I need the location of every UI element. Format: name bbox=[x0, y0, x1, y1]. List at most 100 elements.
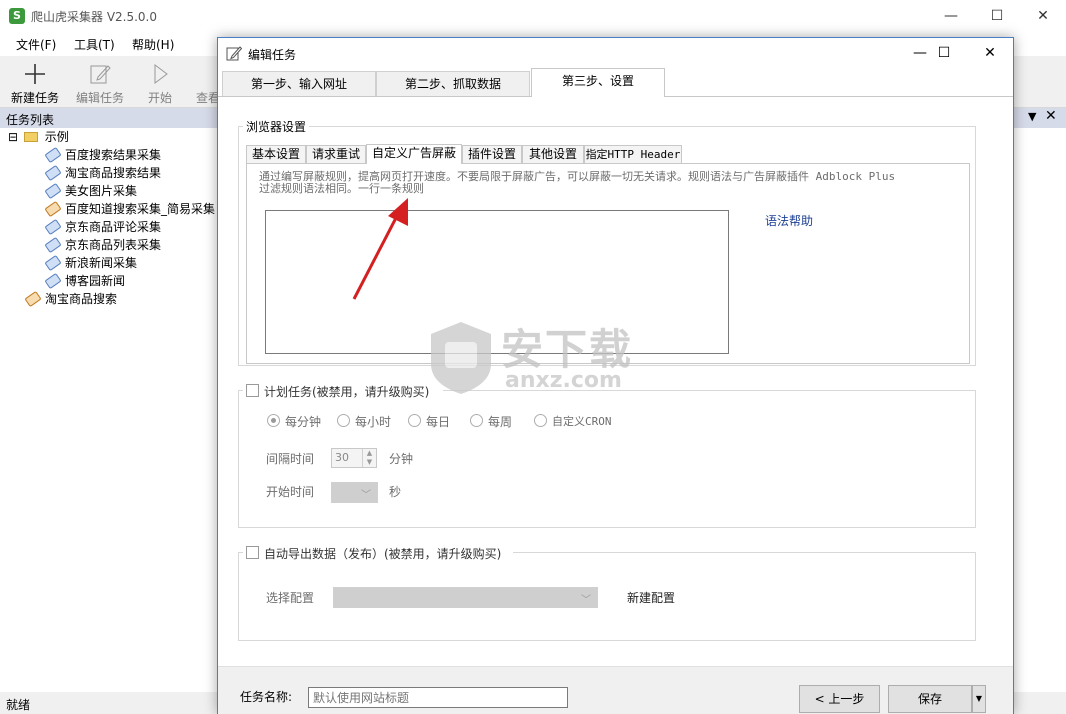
task-name-label: 任务名称: bbox=[240, 690, 293, 704]
adblock-description: 通过编写屏蔽规则，提高网页打开速度。不要局限于屏蔽广告，可以屏蔽一切无关请求。规… bbox=[259, 171, 959, 195]
adblock-description-line2: 过滤规则语法相同。一行一条规则 bbox=[259, 182, 424, 195]
tab-step-2[interactable]: 第二步、抓取数据 bbox=[376, 71, 530, 96]
interval-spinner[interactable]: 30 ▲ ▼ bbox=[331, 448, 377, 468]
tree-item[interactable]: 新浪新闻采集 bbox=[44, 254, 138, 272]
radio-hour[interactable] bbox=[337, 414, 350, 427]
plus-icon bbox=[25, 64, 45, 84]
schedule-group: 计划任务(被禁用，请升级购买) 每分钟 每小时 每日 每周 自定义CRON 间隔… bbox=[238, 382, 976, 528]
subtab-retry[interactable]: 请求重试 bbox=[306, 145, 366, 163]
main-titlebar: S 爬山虎采集器 V2.5.0.0 — ☐ ✕ bbox=[0, 0, 1066, 32]
tree-item-label: 美女图片采集 bbox=[65, 184, 138, 198]
tab-step-1[interactable]: 第一步、输入网址 bbox=[222, 71, 376, 96]
tree-item-label: 百度搜索结果采集 bbox=[65, 148, 162, 162]
radio-hour-label: 每小时 bbox=[355, 415, 392, 429]
subtab-adblock[interactable]: 自定义广告屏蔽 bbox=[366, 144, 462, 164]
dialog-maximize-button[interactable]: ☐ bbox=[921, 38, 967, 68]
menu-file[interactable]: 文件(F) bbox=[16, 36, 56, 53]
dialog-close-button[interactable]: ✕ bbox=[967, 38, 1013, 68]
tree-root-label: 示例 bbox=[44, 130, 69, 144]
tree-item[interactable]: 博客园新闻 bbox=[44, 272, 126, 290]
edit-task-label: 编辑任务 bbox=[75, 91, 124, 105]
browser-settings-title: 浏览器设置 bbox=[243, 118, 310, 135]
new-config-link[interactable]: 新建配置 bbox=[627, 589, 675, 606]
tree-item-label: 淘宝商品搜索 bbox=[45, 292, 118, 306]
tree-item-label: 京东商品评论采集 bbox=[65, 220, 162, 234]
tree-item[interactable]: 百度搜索结果采集 bbox=[44, 146, 162, 164]
tasklist-title: 任务列表 bbox=[6, 113, 55, 127]
tree-item[interactable]: 淘宝商品搜索结果 bbox=[44, 164, 162, 182]
tag-icon bbox=[44, 236, 62, 254]
export-title: 自动导出数据（发布）(被禁用，请升级购买) bbox=[264, 547, 502, 561]
collapse-icon[interactable]: ⊟ bbox=[8, 130, 18, 144]
tree-item[interactable]: 淘宝商品搜索 bbox=[24, 290, 118, 308]
chevron-down-icon: ﹀ bbox=[581, 595, 591, 606]
interval-label: 间隔时间 bbox=[266, 452, 315, 466]
tree-item-label: 京东商品列表采集 bbox=[65, 238, 162, 252]
config-select[interactable]: ﹀ bbox=[333, 587, 598, 608]
save-button[interactable]: 保存 bbox=[888, 685, 972, 713]
tree-item[interactable]: 美女图片采集 bbox=[44, 182, 138, 200]
edit-icon bbox=[90, 65, 111, 84]
dialog-titlebar: 编辑任务 — ☐ ✕ bbox=[218, 38, 1013, 68]
radio-day-label: 每日 bbox=[426, 415, 451, 429]
schedule-header: 计划任务(被禁用，请升级购买) bbox=[243, 382, 443, 400]
start-time-select[interactable]: ﹀ bbox=[331, 482, 378, 503]
tree-item[interactable]: 百度知道搜索采集_简易采集 bbox=[44, 200, 216, 218]
tree-item-label: 百度知道搜索采集_简易采集 bbox=[65, 202, 216, 216]
interval-value: 30 bbox=[335, 451, 349, 464]
tag-icon bbox=[44, 272, 62, 290]
dialog-footer: 任务名称: < 上一步 保存 ▼ bbox=[218, 666, 1013, 714]
tree-root[interactable]: ⊟ 示例 bbox=[8, 128, 69, 146]
tab-step-3[interactable]: 第三步、设置 bbox=[531, 68, 665, 97]
edit-task-button[interactable]: 编辑任务 bbox=[70, 62, 130, 106]
start-time-label: 开始时间 bbox=[266, 485, 315, 499]
minimize-button[interactable]: — bbox=[928, 0, 974, 32]
watermark: 安下载 anxz.com bbox=[425, 316, 645, 396]
tree-item[interactable]: 京东商品列表采集 bbox=[44, 236, 162, 254]
chevron-down-icon: ﹀ bbox=[361, 490, 371, 501]
task-tree: ⊟ 示例 百度搜索结果采集 淘宝商品搜索结果 美女图片采集 百度知道搜索采集_简… bbox=[0, 128, 220, 688]
tree-item-label: 新浪新闻采集 bbox=[65, 256, 138, 270]
maximize-button[interactable]: ☐ bbox=[974, 0, 1020, 32]
interval-unit: 分钟 bbox=[389, 452, 414, 466]
start-label: 开始 bbox=[147, 91, 172, 105]
spinner-arrows-icon[interactable]: ▲ ▼ bbox=[362, 449, 376, 467]
new-task-button[interactable]: 新建任务 bbox=[5, 62, 65, 106]
panel-dropdown-icon[interactable]: ▼ bbox=[1028, 110, 1036, 123]
play-icon bbox=[154, 64, 168, 84]
tree-item-label: 淘宝商品搜索结果 bbox=[65, 166, 162, 180]
schedule-checkbox[interactable] bbox=[246, 384, 259, 397]
tag-icon bbox=[44, 218, 62, 236]
panel-close-icon[interactable]: ✕ bbox=[1045, 108, 1057, 124]
tag-icon bbox=[44, 254, 62, 272]
subtab-http-header[interactable]: 指定HTTP Header bbox=[584, 145, 682, 163]
status-text: 就绪 bbox=[6, 698, 31, 712]
tag-icon bbox=[44, 164, 62, 182]
tree-item-label: 博客园新闻 bbox=[65, 274, 126, 288]
menu-help[interactable]: 帮助(H) bbox=[132, 36, 174, 53]
dialog-title: 编辑任务 bbox=[248, 48, 297, 62]
menu-tools[interactable]: 工具(T) bbox=[74, 36, 115, 53]
subtab-plugins[interactable]: 插件设置 bbox=[462, 145, 522, 163]
close-button[interactable]: ✕ bbox=[1020, 0, 1066, 32]
radio-minute[interactable] bbox=[267, 414, 280, 427]
subtab-basic[interactable]: 基本设置 bbox=[246, 145, 306, 163]
radio-week-label: 每周 bbox=[488, 415, 513, 429]
new-task-label: 新建任务 bbox=[10, 91, 59, 105]
tree-item[interactable]: 京东商品评论采集 bbox=[44, 218, 162, 236]
config-label: 选择配置 bbox=[266, 591, 315, 605]
tag-icon bbox=[44, 182, 62, 200]
radio-day[interactable] bbox=[408, 414, 421, 427]
radio-cron[interactable] bbox=[534, 414, 547, 427]
start-time-unit: 秒 bbox=[389, 485, 402, 499]
prev-step-button[interactable]: < 上一步 bbox=[799, 685, 880, 713]
export-checkbox[interactable] bbox=[246, 546, 259, 559]
subtab-other[interactable]: 其他设置 bbox=[522, 145, 584, 163]
tag-icon bbox=[44, 200, 62, 218]
radio-week[interactable] bbox=[470, 414, 483, 427]
folder-icon bbox=[23, 132, 38, 142]
save-dropdown-button[interactable]: ▼ bbox=[972, 685, 986, 713]
step-tabs: 第一步、输入网址 第二步、抓取数据 第三步、设置 bbox=[218, 68, 1013, 97]
syntax-help-link[interactable]: 语法帮助 bbox=[765, 212, 813, 229]
task-name-input[interactable] bbox=[308, 687, 568, 708]
